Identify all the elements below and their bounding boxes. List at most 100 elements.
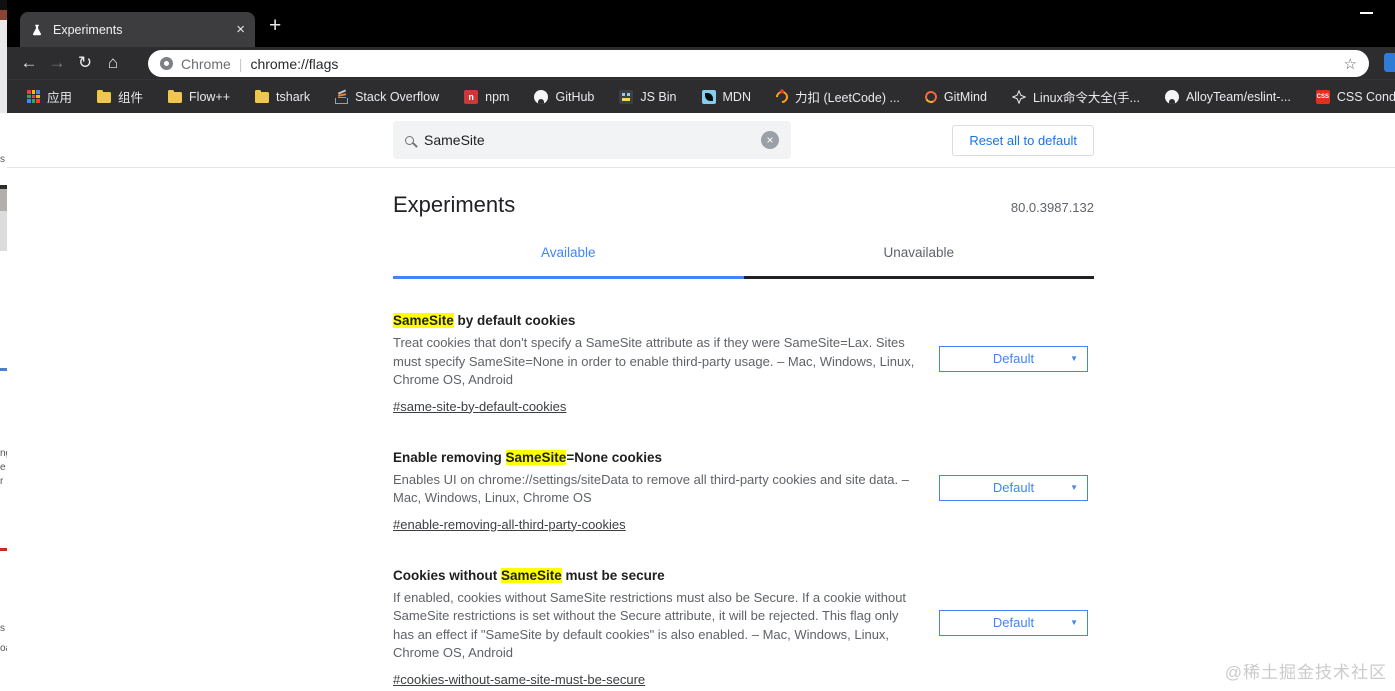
header-divider [7, 167, 1395, 168]
sliver-blue-line [0, 368, 7, 371]
flags-search-box[interactable]: × [393, 121, 791, 159]
github-icon [1165, 90, 1179, 104]
folder-icon [168, 92, 182, 103]
flag-default-select[interactable]: Default ▼ [939, 475, 1088, 501]
bookmarks-bar: 应用 组件 Flow++ tshark Stack Overflow n npm… [7, 79, 1395, 113]
tab-experiments[interactable]: Experiments × [20, 12, 255, 47]
flags-page: × Reset all to default Experiments 80.0.… [7, 113, 1395, 691]
window-minimize-button[interactable] [1360, 12, 1373, 14]
chevron-down-icon: ▼ [1070, 476, 1078, 500]
bookmark-github[interactable]: GitHub [534, 90, 594, 104]
flag-title-text: =None cookies [566, 450, 662, 465]
bookmark-label: JS Bin [640, 90, 676, 104]
bookmark-css-conditional[interactable]: CSS CSS Conditional [1316, 90, 1395, 104]
bookmark-mdn[interactable]: MDN [702, 90, 751, 104]
extension-icon-partial[interactable] [1384, 53, 1395, 72]
search-icon [405, 136, 414, 145]
bookmark-label: 力扣 (LeetCode) ... [795, 87, 900, 106]
flag-description: If enabled, cookies without SameSite res… [393, 589, 917, 663]
flags-list: SameSite by default cookies Treat cookie… [393, 313, 1094, 689]
bookmark-label: GitMind [944, 90, 987, 104]
new-tab-button[interactable]: + [269, 14, 281, 38]
leetcode-icon [773, 88, 790, 105]
back-button[interactable]: ← [15, 53, 43, 73]
forward-button[interactable]: → [43, 53, 71, 73]
npm-icon: n [464, 90, 478, 104]
address-separator: | [239, 56, 243, 72]
bookmark-label: MDN [723, 90, 751, 104]
title-row: Experiments 80.0.3987.132 [393, 192, 1094, 218]
stackoverflow-icon [335, 90, 348, 104]
reset-all-button[interactable]: Reset all to default [952, 125, 1094, 156]
chrome-site-icon [160, 57, 173, 70]
bookmark-folder-components[interactable]: 组件 [97, 87, 143, 106]
search-highlight: SameSite [506, 450, 567, 465]
flag-title: Cookies without SameSite must be secure [393, 568, 1094, 583]
search-highlight: SameSite [393, 313, 454, 328]
github-icon [534, 90, 548, 104]
flag-title-text: by default cookies [454, 313, 576, 328]
sliver-gray-segment [0, 211, 7, 251]
clear-search-icon[interactable]: × [761, 131, 779, 149]
flag-entry-remove-samesite-none: Enable removing SameSite=None cookies En… [393, 450, 1094, 534]
bookmark-label: npm [485, 90, 509, 104]
bookmark-label: tshark [276, 90, 310, 104]
folder-icon [97, 92, 111, 103]
sliver-red-line [0, 548, 7, 551]
flag-permalink[interactable]: #same-site-by-default-cookies [393, 399, 566, 414]
tab-unavailable[interactable]: Unavailable [744, 245, 1095, 279]
background-window-sliver: s ng e r s oa [0, 0, 7, 691]
tab-close-icon[interactable]: × [236, 21, 245, 38]
bookmark-folder-tshark[interactable]: tshark [255, 90, 310, 104]
compass-icon [1012, 90, 1026, 104]
flag-entry-cookies-must-be-secure: Cookies without SameSite must be secure … [393, 568, 1094, 689]
bookmark-label: 应用 [47, 87, 72, 106]
select-value: Default [993, 480, 1034, 495]
flag-title: SameSite by default cookies [393, 313, 1094, 328]
bookmark-gitmind[interactable]: GitMind [925, 90, 987, 104]
sliver-text-fragment: s [0, 155, 5, 165]
bookmark-jsbin[interactable]: JS Bin [619, 90, 676, 104]
bookmark-linux-commands[interactable]: Linux命令大全(手... [1012, 87, 1140, 106]
address-bar[interactable]: Chrome | chrome://flags ☆ [148, 50, 1369, 77]
bookmark-stack-overflow[interactable]: Stack Overflow [335, 90, 439, 104]
sliver-gray-segment [0, 189, 7, 211]
bookmark-label: CSS Conditional [1337, 90, 1395, 104]
bookmark-alloyteam-eslint[interactable]: AlloyTeam/eslint-... [1165, 90, 1291, 104]
bookmark-folder-flow[interactable]: Flow++ [168, 90, 230, 104]
flag-description: Treat cookies that don't specify a SameS… [393, 334, 917, 390]
bookmark-label: Flow++ [189, 90, 230, 104]
mdn-icon [702, 90, 716, 104]
chrome-version: 80.0.3987.132 [1011, 200, 1094, 218]
sliver-gray-segment [0, 20, 7, 113]
bookmark-label: Linux命令大全(手... [1033, 87, 1140, 106]
bookmark-leetcode[interactable]: 力扣 (LeetCode) ... [776, 87, 900, 106]
tab-available[interactable]: Available [393, 245, 744, 279]
address-site-label: Chrome [181, 56, 231, 72]
flags-tabs: Available Unavailable [393, 245, 1094, 279]
sliver-text-fragment: r [0, 477, 3, 487]
navigation-toolbar: ← → ↻ ⌂ Chrome | chrome://flags ☆ [7, 47, 1395, 79]
home-button[interactable]: ⌂ [99, 53, 127, 73]
reload-button[interactable]: ↻ [71, 53, 99, 73]
flag-permalink[interactable]: #cookies-without-same-site-must-be-secur… [393, 672, 645, 687]
flag-default-select[interactable]: Default ▼ [939, 346, 1088, 372]
css-icon: CSS [1316, 90, 1330, 104]
apps-grid-icon [27, 90, 40, 103]
tab-strip: Experiments × + [7, 0, 1395, 47]
bookmark-apps[interactable]: 应用 [27, 87, 72, 106]
search-input[interactable] [424, 132, 751, 148]
sliver-brown-segment [0, 10, 7, 20]
flag-default-select[interactable]: Default ▼ [939, 610, 1088, 636]
bookmark-star-icon[interactable]: ☆ [1344, 55, 1357, 73]
flag-title-text: Enable removing [393, 450, 506, 465]
bookmark-npm[interactable]: n npm [464, 90, 509, 104]
flag-description: Enables UI on chrome://settings/siteData… [393, 471, 917, 508]
search-highlight: SameSite [501, 568, 562, 583]
watermark: @稀土掘金技术社区 [1225, 658, 1387, 683]
sliver-text-fragment: oa [0, 644, 7, 654]
sliver-text-fragment: s [0, 624, 5, 634]
chevron-down-icon: ▼ [1070, 611, 1078, 635]
flag-permalink[interactable]: #enable-removing-all-third-party-cookies [393, 517, 626, 532]
sliver-text-fragment: e [0, 463, 6, 473]
